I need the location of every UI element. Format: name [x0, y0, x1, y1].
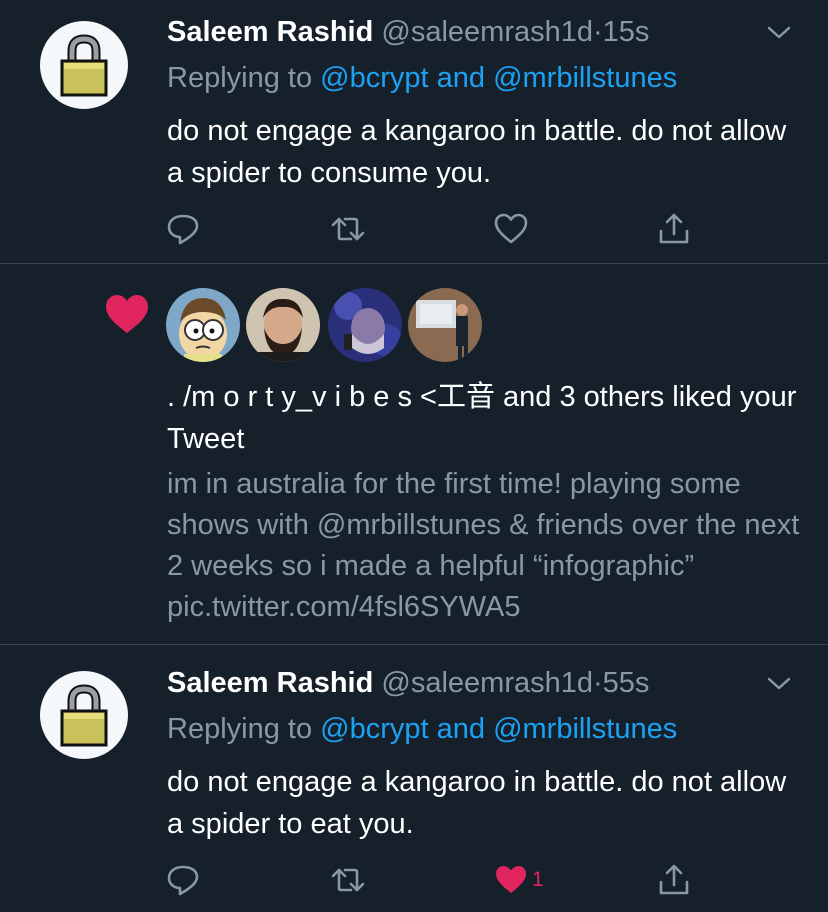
- share-button[interactable]: [656, 211, 692, 247]
- quoted-tweet-text[interactable]: im in australia for the first time! play…: [167, 464, 807, 628]
- display-name[interactable]: Saleem Rashid: [167, 667, 373, 699]
- user-handle[interactable]: @saleemrash1d: [381, 16, 593, 48]
- like-button[interactable]: [493, 211, 529, 247]
- tweet[interactable]: Saleem Rashid @saleemrash1d·55s Replying…: [0, 645, 828, 912]
- like-count: 1: [532, 868, 544, 891]
- user-handle[interactable]: @saleemrash1d: [381, 667, 593, 699]
- retweet-icon: [331, 868, 365, 892]
- liker-avatar[interactable]: [328, 288, 402, 362]
- separator-dot: ·: [593, 667, 603, 699]
- tweet-header: Saleem Rashid @saleemrash1d·15s: [167, 15, 649, 49]
- lock-avatar-icon: [60, 34, 108, 97]
- separator-dot: ·: [593, 16, 603, 48]
- replying-to-mentions[interactable]: @bcrypt and @mrbillstunes: [320, 62, 677, 94]
- tweet-text: do not engage a kangaroo in battle. do n…: [167, 766, 787, 840]
- replying-to-prefix: Replying to: [167, 62, 321, 94]
- liker-name[interactable]: . /m o r t y_v i b e s <工音: [167, 381, 495, 413]
- tweet-text: do not engage a kangaroo in battle. do n…: [167, 115, 787, 189]
- avatar[interactable]: [40, 671, 128, 759]
- lock-avatar-icon: [60, 684, 108, 747]
- heart-filled-icon: [106, 295, 148, 333]
- tweet[interactable]: Saleem Rashid @saleemrash1d·15s Replying…: [0, 0, 828, 263]
- heart-filled-icon: [496, 866, 526, 893]
- share-icon: [659, 213, 689, 244]
- reply-icon: [167, 865, 199, 896]
- notification-title[interactable]: . /m o r t y_v i b e s <工音 and 3 others …: [167, 376, 807, 460]
- timestamp[interactable]: 55s: [603, 667, 650, 699]
- retweet-button[interactable]: [330, 862, 366, 898]
- reply-button[interactable]: [165, 862, 201, 898]
- replying-to: Replying to @bcrypt and @mrbillstunes: [167, 712, 677, 746]
- reply-icon: [167, 214, 199, 245]
- replying-to-prefix: Replying to: [167, 713, 321, 745]
- replying-to-mentions[interactable]: @bcrypt and @mrbillstunes: [320, 713, 677, 745]
- share-button[interactable]: [656, 862, 692, 898]
- replying-to: Replying to @bcrypt and @mrbillstunes: [167, 61, 677, 95]
- retweet-icon: [331, 217, 365, 241]
- chevron-down-icon[interactable]: [766, 675, 792, 693]
- liker-avatar[interactable]: [246, 288, 320, 362]
- tweet-header: Saleem Rashid @saleemrash1d·55s: [167, 666, 649, 700]
- share-icon: [659, 864, 689, 895]
- avatar[interactable]: [40, 21, 128, 109]
- like-icon: [494, 213, 528, 244]
- liker-avatar[interactable]: [408, 288, 482, 362]
- liker-avatar[interactable]: [166, 288, 240, 362]
- chevron-down-icon[interactable]: [766, 24, 792, 42]
- reply-button[interactable]: [165, 211, 201, 247]
- retweet-button[interactable]: [330, 211, 366, 247]
- like-button[interactable]: [493, 862, 529, 898]
- timestamp[interactable]: 15s: [603, 16, 650, 48]
- display-name[interactable]: Saleem Rashid: [167, 16, 373, 48]
